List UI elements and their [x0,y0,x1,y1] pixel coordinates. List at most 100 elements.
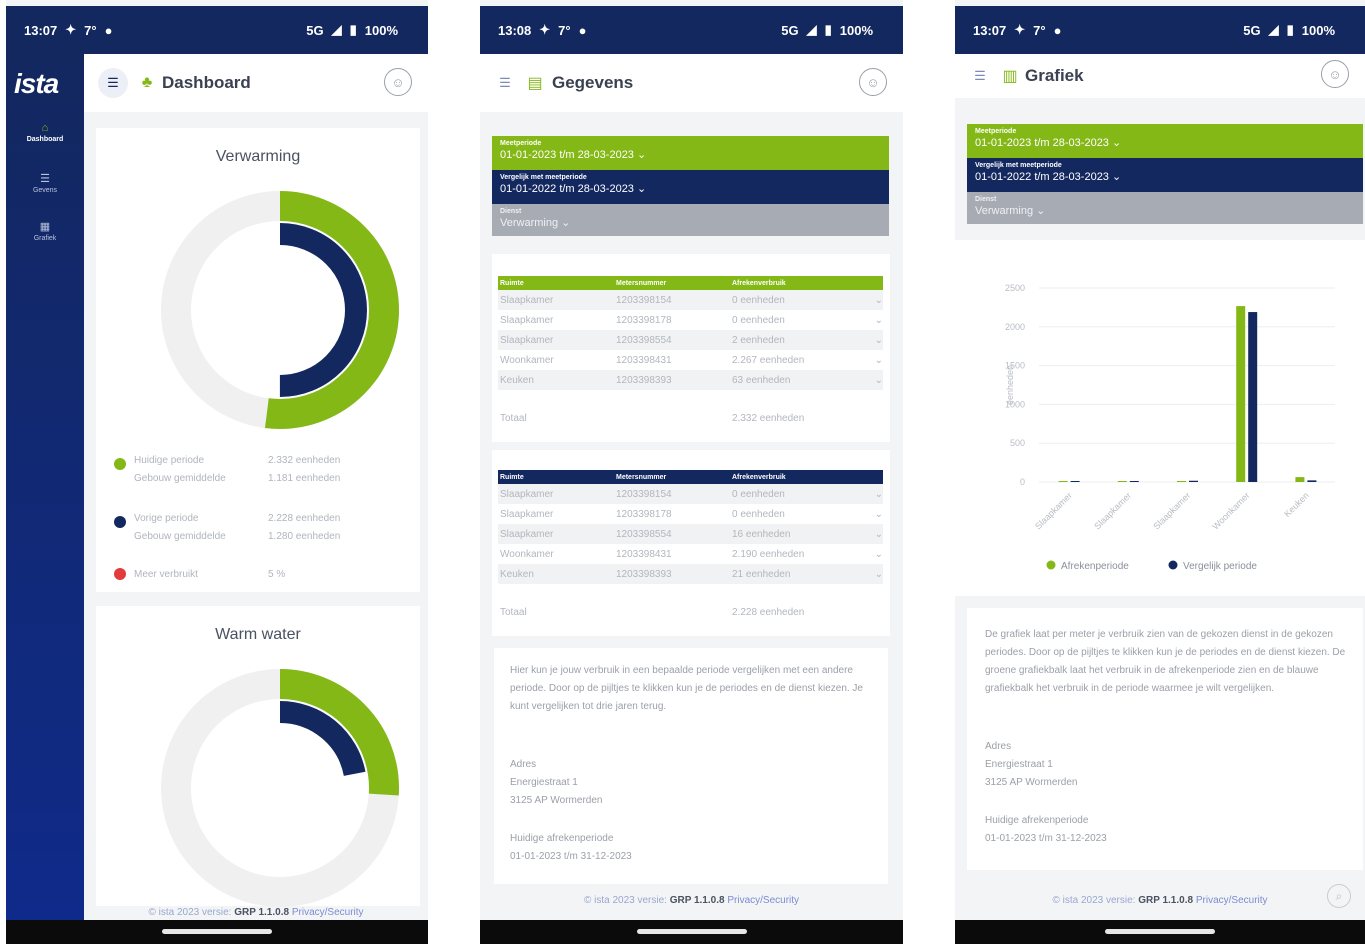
water-title: Warm water [215,626,301,643]
bar-current [1117,481,1127,482]
chevron-down-icon[interactable]: ⌄ [873,295,883,306]
address-line1: Energiestraat 1 [510,777,578,788]
service-select[interactable]: Dienst Verwarming ⌄ [967,192,1363,224]
legend-marker [1046,560,1056,570]
select-label: Dienst [975,196,997,203]
sidebar-item-dashboard[interactable]: ⌂ Dashboard [6,122,84,143]
signal-icon: ◢ [331,22,342,37]
table-header: Ruimte Metersnummer Afrekenverbruik [498,470,883,484]
privacy-link[interactable]: Privacy/Security [292,907,364,918]
status-time: 13:07 [24,22,58,38]
column-header: Ruimte [500,473,524,481]
chevron-down-icon[interactable]: ⌄ [873,509,883,520]
home-icon: ⌂ [41,122,49,134]
user-icon: ☺ [391,74,405,90]
info-card: Hier kun je jouw verbruik in een bepaald… [494,648,888,884]
table-row[interactable]: Woonkamer 1203398431 2.267 eenheden ⌄ [498,350,883,370]
user-button[interactable]: ☺ [384,68,412,96]
chevron-down-icon[interactable]: ⌄ [873,569,883,580]
status-network: 5G [1243,22,1261,38]
y-tick-label: 500 [1010,438,1025,448]
table-cell: Keuken [500,568,534,580]
meetperiode-select[interactable]: Meetperiode 01-01-2023 t/m 28-03-2023 ⌄ [492,136,889,170]
column-header: Afrekenverbruik [732,279,786,287]
column-header: Metersnummer [616,279,667,287]
hamburger-icon: ☰ [107,75,119,90]
chevron-down-icon[interactable]: ⌄ [873,355,883,366]
signal-icon: ◢ [806,22,817,37]
chevron-down-icon[interactable]: ⌄ [873,489,883,500]
compare-period-select[interactable]: Vergelijk met meetperiode 01-01-2022 t/m… [967,158,1363,192]
info-text: De grafiek laat per meter je verbruik zi… [985,629,1346,694]
table-row[interactable]: Keuken 1203398393 21 eenheden ⌄ [498,564,883,584]
table-row[interactable]: Slaapkamer 1203398554 16 eenheden ⌄ [498,524,883,544]
chevron-down-icon[interactable]: ⌄ [873,315,883,326]
table-row[interactable]: Slaapkamer 1203398178 0 eenheden ⌄ [498,504,883,524]
legend-dot-green [114,458,126,470]
footer: © ista 2023 versie: GRP 1.1.0.8 Privacy/… [955,895,1365,906]
sidebar: ista ⌂ Dashboard ☰ Gevens ▦ Grafiek [6,54,84,920]
select-value: Verwarming ⌄ [500,217,571,229]
sidebar-item-label: Dashboard [26,136,64,143]
sidebar-item-gegevens[interactable]: ☰ Gevens [6,172,84,194]
period-value: 01-01-2023 t/m 31-12-2023 [510,851,632,862]
home-gesture-handle[interactable] [636,929,747,934]
select-label: Vergelijk met meetperiode [500,174,587,181]
status-network: 5G [306,22,324,38]
table-cell: Woonkamer [500,354,554,366]
privacy-link[interactable]: Privacy/Security [1196,895,1268,906]
system-nav-bar [6,920,428,944]
table-row[interactable]: Slaapkamer 1203398154 0 eenheden ⌄ [498,290,883,310]
home-gesture-handle[interactable] [1105,929,1215,934]
compare-period-select[interactable]: Vergelijk met meetperiode 01-01-2022 t/m… [492,170,889,204]
legend-value: 1.181 eenheden [268,473,341,484]
table-row[interactable]: Slaapkamer 1203398154 0 eenheden ⌄ [498,484,883,504]
status-battery: 100% [364,22,398,38]
menu-button[interactable]: ☰ [494,68,516,98]
table-cell: 63 eenheden [732,374,791,386]
select-label: Vergelijk met meetperiode [975,162,1062,169]
table-cell: 1203398393 [616,374,672,386]
bar-compare [1248,312,1258,482]
privacy-link[interactable]: Privacy/Security [727,895,799,906]
user-button[interactable]: ☺ [859,68,887,96]
select-label: Dienst [500,208,522,215]
table-body: Slaapkamer 1203398154 0 eenheden ⌄ Slaapkame… [498,290,883,390]
chevron-down-icon[interactable]: ⌄ [873,375,883,386]
status-network: 5G [781,22,799,38]
user-button[interactable]: ☺ [1321,60,1349,88]
chevron-down-icon[interactable]: ⌄ [873,549,883,560]
period-label: Huidige afrekenperiode [510,833,614,844]
table-cell: 1203398431 [616,354,672,366]
table-row[interactable]: Slaapkamer 1203398178 0 eenheden ⌄ [498,310,883,330]
home-gesture-handle[interactable] [162,929,272,934]
sidebar-item-label: Gevens [32,187,58,194]
status-bar: 13:07 ✦ 7° ● 5G ◢ ▮ 100% [6,6,428,54]
legend-label: Huidige periode [134,455,205,466]
menu-button[interactable]: ☰ [98,68,128,98]
top-bar: ☰ ▤ Gegevens ☺ [480,54,903,112]
footer-version: GRP 1.1.0.8 [669,895,725,906]
user-icon: ☺ [1328,66,1342,82]
menu-button[interactable]: ☰ [969,61,991,91]
dashboard-icon: ♣ [141,74,153,91]
table-cell: 1203398178 [616,314,672,326]
chevron-down-icon[interactable]: ⌄ [873,529,883,540]
x-tick-label: Slaapkamer [1033,490,1074,531]
address-line2: 3125 AP Wormerden [510,795,603,806]
legend-value: 1.280 eenheden [268,531,341,542]
table-row[interactable]: Keuken 1203398393 63 eenheden ⌄ [498,370,883,390]
service-select[interactable]: Dienst Verwarming ⌄ [492,204,889,236]
column-header: Ruimte [500,279,524,287]
address-label: Adres [510,759,537,770]
table-row[interactable]: Slaapkamer 1203398554 2 eenheden ⌄ [498,330,883,350]
table-row[interactable]: Woonkamer 1203398431 2.190 eenheden ⌄ [498,544,883,564]
database-icon: ▤ [527,75,543,92]
footer: © ista 2023 versie: GRP 1.1.0.8 Privacy/… [84,907,428,918]
hamburger-icon: ☰ [499,75,511,90]
zoom-icon[interactable]: ⌕ [1327,884,1351,908]
chevron-down-icon[interactable]: ⌄ [873,335,883,346]
meetperiode-select[interactable]: Meetperiode 01-01-2023 t/m 28-03-2023 ⌄ [967,124,1363,158]
footer-version: GRP 1.1.0.8 [1138,895,1194,906]
sidebar-item-grafiek[interactable]: ▦ Grafiek [6,220,84,242]
